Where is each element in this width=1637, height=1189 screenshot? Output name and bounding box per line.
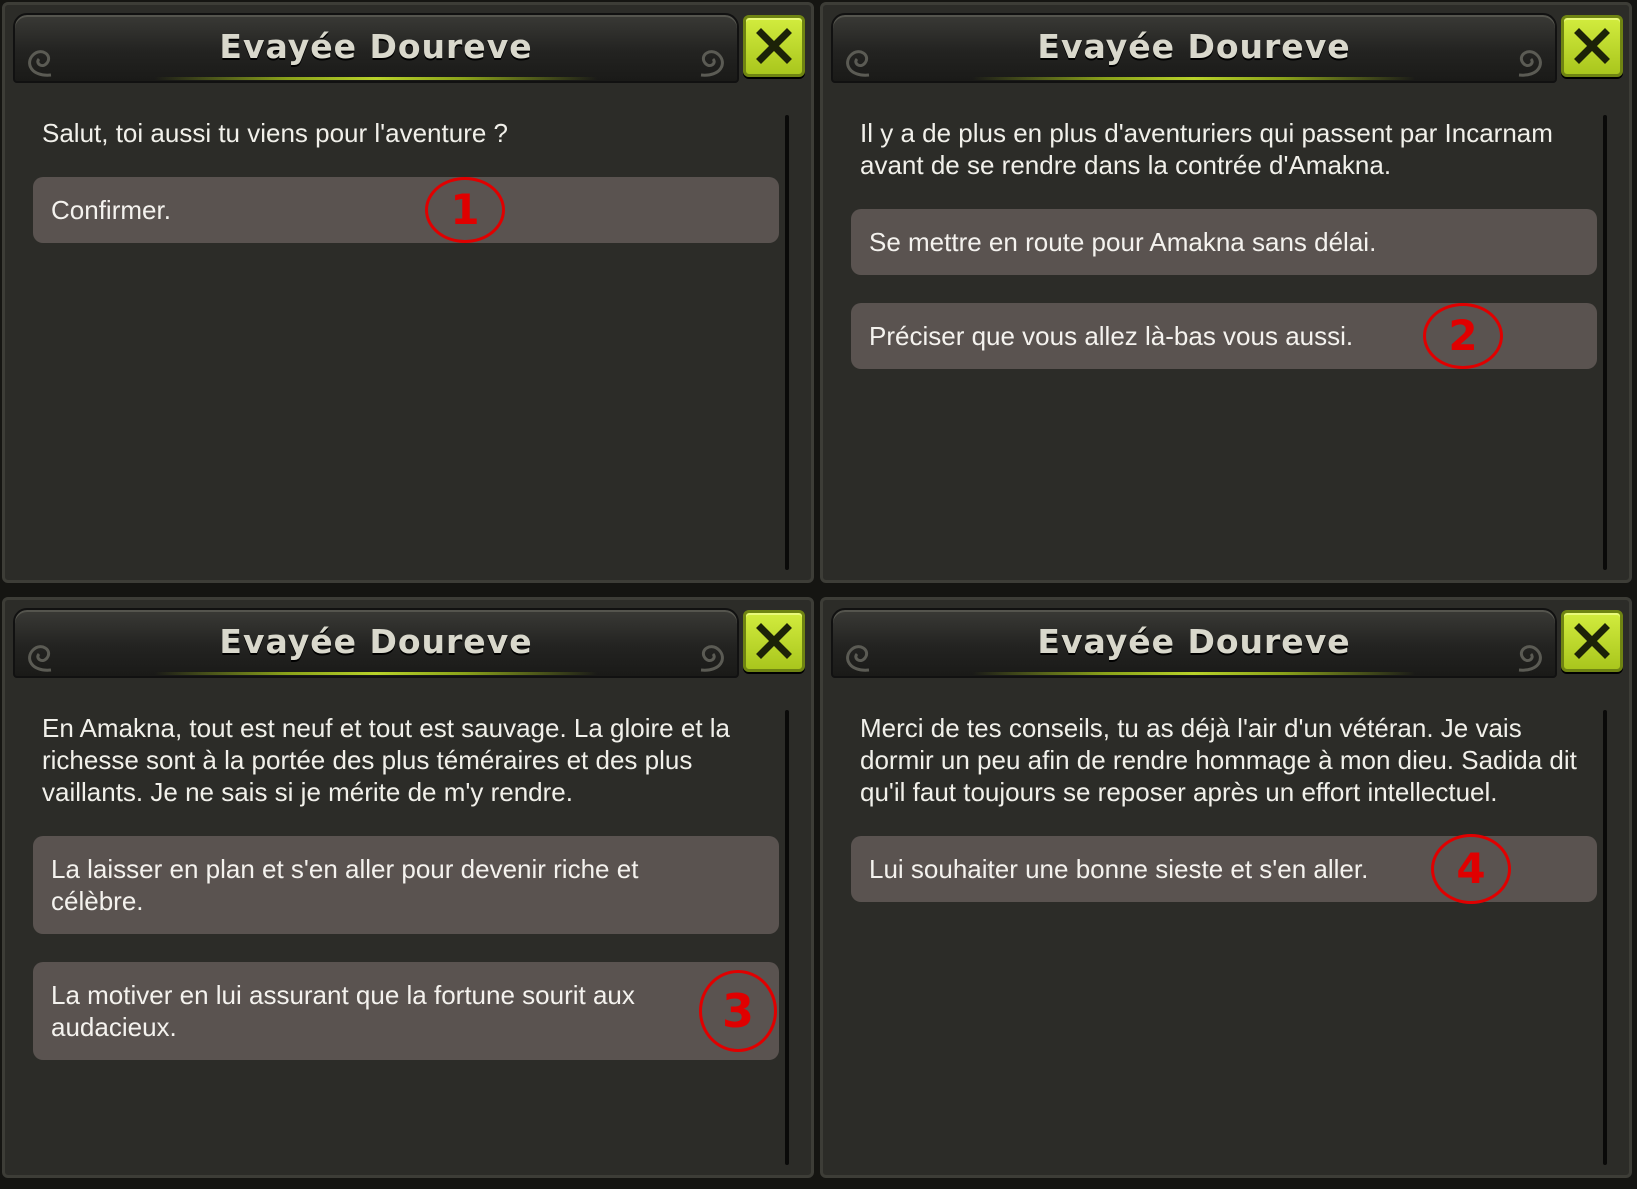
swirl-ornament-icon — [1518, 645, 1542, 672]
npc-dialog-panel-4: Evayée Doureve Merci de tes conseils, tu… — [820, 597, 1632, 1178]
npc-message: Merci de tes conseils, tu as déjà l'air … — [860, 713, 1577, 807]
npc-name-title: Evayée Doureve — [1037, 622, 1351, 661]
dialog-content: Salut, toi aussi tu viens pour l'aventur… — [33, 105, 785, 243]
dialog-grid: Evayée Doureve Salut, toi aussi tu viens… — [0, 0, 1637, 1189]
close-button[interactable] — [743, 610, 805, 672]
option-label: Lui souhaiter une bonne sieste et s'en a… — [869, 854, 1369, 884]
annotation-marker-3: 3 — [699, 970, 777, 1052]
scrollbar[interactable] — [1603, 710, 1607, 1165]
dialog-option-get-rich[interactable]: La laisser en plan et s'en aller pour de… — [33, 836, 779, 934]
dialog-titlebar: Evayée Doureve — [831, 608, 1557, 678]
dialog-content: Merci de tes conseils, tu as déjà l'air … — [851, 700, 1603, 904]
swirl-ornament-icon — [700, 645, 724, 672]
npc-message: Il y a de plus en plus d'aventuriers qui… — [860, 118, 1553, 180]
dialog-titlebar: Evayée Doureve — [13, 608, 739, 678]
annotation-marker-1: 1 — [425, 177, 505, 243]
dialog-titlebar: Evayée Doureve — [831, 13, 1557, 83]
swirl-ornament-icon — [1518, 50, 1542, 77]
option-label: Confirmer. — [51, 195, 171, 225]
option-label: La laisser en plan et s'en aller pour de… — [51, 854, 639, 916]
close-button[interactable] — [1561, 15, 1623, 77]
close-button[interactable] — [1561, 610, 1623, 672]
npc-name-title: Evayée Doureve — [219, 27, 533, 66]
option-label: Se mettre en route pour Amakna sans déla… — [869, 227, 1377, 257]
dialog-content: Il y a de plus en plus d'aventuriers qui… — [851, 105, 1603, 369]
npc-dialog-panel-2: Evayée Doureve Il y a de plus en plus d'… — [820, 2, 1632, 583]
option-label: Préciser que vous allez là-bas vous auss… — [869, 321, 1354, 351]
dialog-option-nap-and-leave[interactable]: Lui souhaiter une bonne sieste et s'en a… — [851, 834, 1597, 904]
close-x-icon — [1574, 28, 1610, 64]
dialog-option-motivate[interactable]: La motiver en lui assurant que la fortun… — [33, 962, 779, 1060]
swirl-ornament-icon — [700, 50, 724, 77]
npc-message: En Amakna, tout est neuf et tout est sau… — [42, 713, 730, 807]
scrollbar[interactable] — [1603, 115, 1607, 570]
annotation-marker-2: 2 — [1423, 303, 1503, 369]
scrollbar[interactable] — [785, 710, 789, 1165]
scrollbar[interactable] — [785, 115, 789, 570]
dialog-option-confirm[interactable]: Confirmer. 1 — [33, 177, 779, 243]
npc-dialog-panel-3: Evayée Doureve En Amakna, tout est neuf … — [2, 597, 814, 1178]
close-x-icon — [756, 28, 792, 64]
annotation-marker-4: 4 — [1431, 834, 1511, 904]
npc-name-title: Evayée Doureve — [1037, 27, 1351, 66]
npc-name-title: Evayée Doureve — [219, 622, 533, 661]
dialog-option-leave-for-amakna[interactable]: Se mettre en route pour Amakna sans déla… — [851, 209, 1597, 275]
npc-dialog-panel-1: Evayée Doureve Salut, toi aussi tu viens… — [2, 2, 814, 583]
option-label: La motiver en lui assurant que la fortun… — [51, 980, 635, 1042]
close-x-icon — [1574, 623, 1610, 659]
dialog-option-going-too[interactable]: Préciser que vous allez là-bas vous auss… — [851, 303, 1597, 369]
close-x-icon — [756, 623, 792, 659]
npc-message: Salut, toi aussi tu viens pour l'aventur… — [42, 118, 509, 148]
dialog-content: En Amakna, tout est neuf et tout est sau… — [33, 700, 785, 1060]
close-button[interactable] — [743, 15, 805, 77]
dialog-titlebar: Evayée Doureve — [13, 13, 739, 83]
